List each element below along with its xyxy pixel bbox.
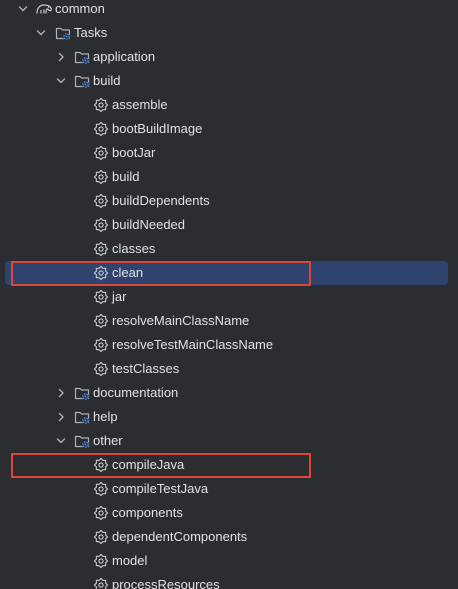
task-dependent-components[interactable]: dependentComponents	[0, 525, 458, 549]
task-dependent-components-label: dependentComponents	[112, 529, 248, 544]
gradle-elephant-icon	[35, 1, 52, 17]
chevron-right-icon[interactable]	[53, 405, 69, 429]
gear-icon	[93, 289, 109, 305]
folder-gear-icon	[74, 433, 90, 449]
task-process-resources[interactable]: processResources	[0, 573, 458, 589]
tree-node-common-label: common	[55, 1, 105, 16]
task-build-label: build	[112, 169, 140, 184]
gear-icon	[93, 337, 109, 353]
highlight-box-clean	[11, 261, 311, 286]
task-build-dependents-label: buildDependents	[112, 193, 210, 208]
tree-group-help[interactable]: help	[0, 405, 458, 429]
folder-gear-icon	[74, 73, 90, 89]
tree-node-tasks-label: Tasks	[74, 25, 108, 40]
highlight-box-compile-java	[11, 453, 311, 478]
gear-icon	[93, 553, 109, 569]
task-resolve-main-class-name-label: resolveMainClassName	[112, 313, 250, 328]
task-jar[interactable]: jar	[0, 285, 458, 309]
folder-gear-icon	[74, 49, 90, 65]
task-resolve-test-main-class-name-label: resolveTestMainClassName	[112, 337, 274, 352]
chevron-down-icon[interactable]	[33, 21, 49, 45]
gear-icon	[93, 193, 109, 209]
tree-group-build-label: build	[93, 73, 121, 88]
task-test-classes-label: testClasses	[112, 361, 180, 376]
gear-icon	[93, 169, 109, 185]
task-build-needed[interactable]: buildNeeded	[0, 213, 458, 237]
gear-icon	[93, 361, 109, 377]
task-build[interactable]: build	[0, 165, 458, 189]
task-assemble[interactable]: assemble	[0, 93, 458, 117]
gear-icon	[93, 313, 109, 329]
gear-icon	[93, 505, 109, 521]
tree-group-application-label: application	[93, 49, 156, 64]
tree-group-application[interactable]: application	[0, 45, 458, 69]
task-resolve-main-class-name[interactable]: resolveMainClassName	[0, 309, 458, 333]
tree-node-common[interactable]: common	[0, 0, 458, 21]
chevron-down-icon[interactable]	[53, 69, 69, 93]
task-assemble-label: assemble	[112, 97, 168, 112]
gear-icon	[93, 481, 109, 497]
tree-group-help-label: help	[93, 409, 118, 424]
gear-icon	[93, 121, 109, 137]
task-compile-test-java[interactable]: compileTestJava	[0, 477, 458, 501]
task-build-dependents[interactable]: buildDependents	[0, 189, 458, 213]
task-classes-label: classes	[112, 241, 156, 256]
folder-gear-icon	[74, 385, 90, 401]
gear-icon	[93, 577, 109, 589]
task-jar-label: jar	[112, 289, 127, 304]
task-boot-build-image[interactable]: bootBuildImage	[0, 117, 458, 141]
task-build-needed-label: buildNeeded	[112, 217, 186, 232]
task-boot-build-image-label: bootBuildImage	[112, 121, 203, 136]
tree-group-build[interactable]: build	[0, 69, 458, 93]
tree-node-tasks[interactable]: Tasks	[0, 21, 458, 45]
chevron-right-icon[interactable]	[53, 45, 69, 69]
tree-group-other[interactable]: other	[0, 429, 458, 453]
gear-icon	[93, 145, 109, 161]
task-model[interactable]: model	[0, 549, 458, 573]
gear-icon	[93, 217, 109, 233]
task-test-classes[interactable]: testClasses	[0, 357, 458, 381]
folder-gear-icon	[55, 25, 71, 41]
gear-icon	[93, 529, 109, 545]
gear-icon	[93, 241, 109, 257]
chevron-down-icon[interactable]	[53, 429, 69, 453]
chevron-right-icon[interactable]	[53, 381, 69, 405]
task-components[interactable]: components	[0, 501, 458, 525]
task-model-label: model	[112, 553, 148, 568]
tree-group-documentation-label: documentation	[93, 385, 179, 400]
task-resolve-test-main-class-name[interactable]: resolveTestMainClassName	[0, 333, 458, 357]
task-components-label: components	[112, 505, 183, 520]
chevron-down-icon[interactable]	[15, 0, 31, 21]
gear-icon	[93, 97, 109, 113]
tree-group-other-label: other	[93, 433, 123, 448]
task-compile-test-java-label: compileTestJava	[112, 481, 209, 496]
tree-group-documentation[interactable]: documentation	[0, 381, 458, 405]
task-boot-jar-label: bootJar	[112, 145, 156, 160]
folder-gear-icon	[74, 409, 90, 425]
task-classes[interactable]: classes	[0, 237, 458, 261]
task-process-resources-label: processResources	[112, 577, 220, 589]
task-boot-jar[interactable]: bootJar	[0, 141, 458, 165]
